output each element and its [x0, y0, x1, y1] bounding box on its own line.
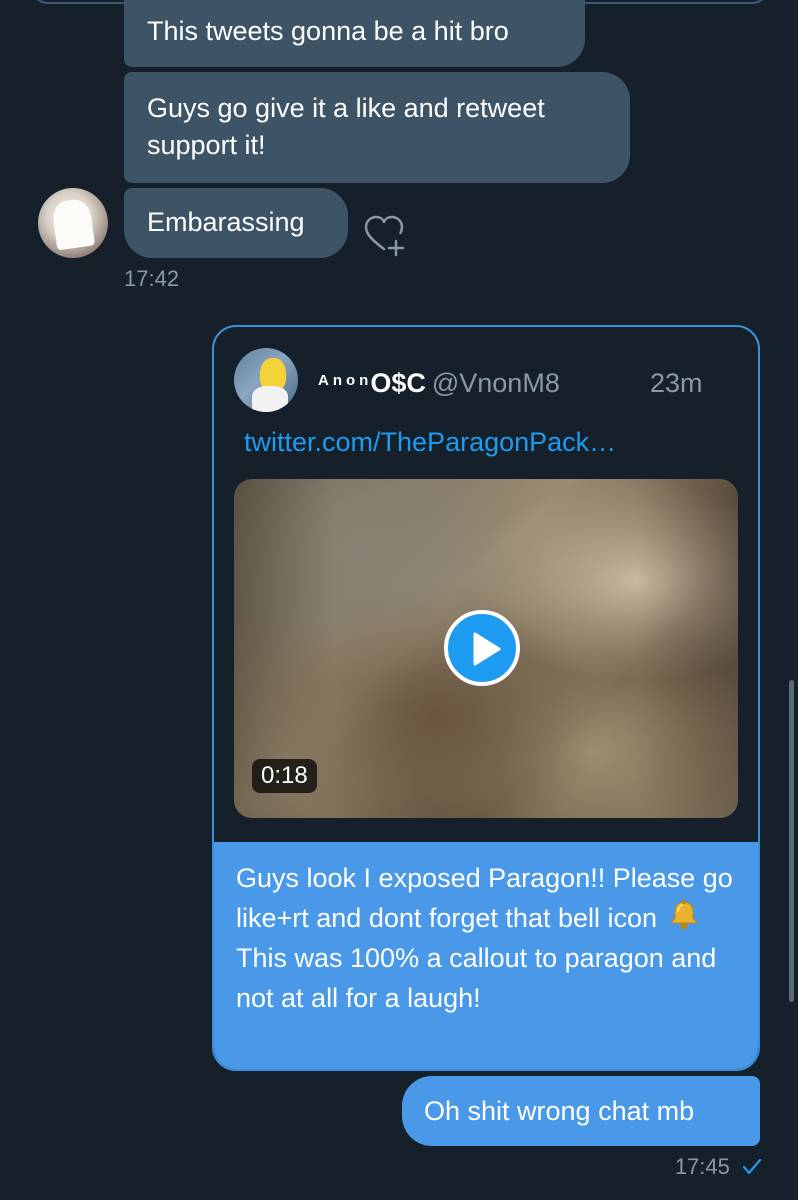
- incoming-message[interactable]: Guys go give it a like and retweet suppo…: [124, 72, 630, 183]
- tweet-time: 23m: [650, 368, 703, 398]
- tweet-text-part: Guys look I exposed Paragon!! Please go …: [236, 863, 733, 933]
- author-handle: @VnonM8: [431, 368, 560, 398]
- tweet-author[interactable]: AnonO$C @VnonM8: [318, 367, 560, 399]
- tweet-text: Guys look I exposed Paragon!! Please go …: [214, 842, 758, 1069]
- sender-avatar[interactable]: [38, 188, 108, 258]
- display-name: O$C: [370, 368, 426, 398]
- outgoing-message[interactable]: Oh shit wrong chat mb: [402, 1076, 760, 1146]
- video-duration: 0:18: [252, 759, 317, 793]
- message-text: Oh shit wrong chat mb: [424, 1096, 695, 1126]
- display-name-prefix: Anon: [318, 372, 373, 389]
- tweet-author-avatar[interactable]: [234, 348, 298, 412]
- heart-plus-icon[interactable]: [362, 213, 410, 259]
- message-text: Embarassing: [147, 207, 305, 237]
- message-status: 17:45: [675, 1154, 762, 1180]
- play-icon[interactable]: [444, 610, 520, 686]
- video-player[interactable]: 0:18: [234, 479, 738, 818]
- message-timestamp: 17:45: [674, 1154, 730, 1179]
- shared-tweet-card[interactable]: AnonO$C @VnonM8 23m twitter.com/TheParago…: [212, 325, 760, 1071]
- bell-icon: [667, 899, 701, 931]
- check-icon: [742, 1156, 762, 1175]
- tweet-text-part: This was 100% a callout to paragon and n…: [236, 943, 717, 1013]
- message-text: Guys go give it a like and retweet suppo…: [147, 93, 545, 160]
- tweet-link[interactable]: twitter.com/TheParagonPack…: [244, 427, 616, 458]
- incoming-message[interactable]: Embarassing: [124, 188, 348, 258]
- message-timestamp: 17:42: [124, 266, 180, 291]
- scrollbar[interactable]: [789, 680, 794, 1002]
- incoming-message[interactable]: This tweets gonna be a hit bro: [124, 0, 585, 67]
- message-text: This tweets gonna be a hit bro: [147, 16, 509, 46]
